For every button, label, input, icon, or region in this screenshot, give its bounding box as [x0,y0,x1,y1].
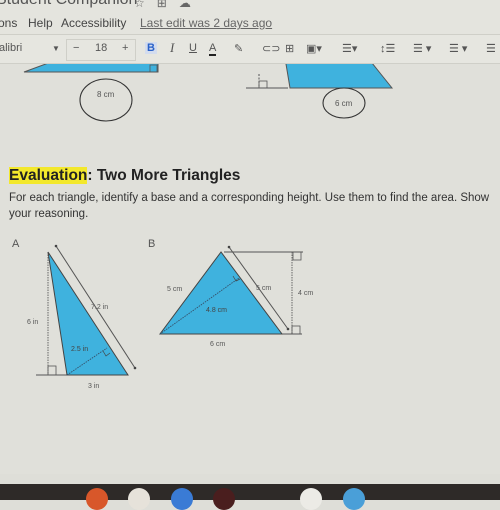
bulleted-list-icon[interactable]: ☰ ▾ [449,42,467,55]
right-angle-marker [47,365,57,376]
line-spacing-icon[interactable]: ↕☰ [380,42,395,55]
bold-button[interactable]: B [145,42,157,54]
increase-font-size-button[interactable]: + [122,42,128,54]
indent-icon[interactable]: ☰ [486,42,496,55]
menu-bar: ons Help Accessibility Last edit was 2 d… [0,12,500,35]
right-angle-marker [291,325,301,335]
decrease-font-size-button[interactable]: − [73,42,79,54]
font-family-select[interactable]: alibri [0,42,22,54]
numbered-list-icon[interactable]: ☰ ▾ [413,42,431,55]
title-bar: Student Companion ☆⊞☁ [0,0,500,12]
font-dropdown-icon[interactable]: ▼ [52,44,60,53]
document-title[interactable]: Student Companion [0,0,137,9]
taskbar [0,484,500,510]
base-label: 3 in [88,383,99,390]
align-icon[interactable]: ☰▾ [342,42,357,55]
height-label: 6 in [27,319,38,326]
right-angle-marker [292,251,302,261]
circle-annotation-left [79,78,133,122]
inner-height-label: 2.5 in [71,346,88,353]
title-icons: ☆⊞☁ [134,0,203,10]
section-heading: Evaluation: Two More Triangles [9,167,241,184]
arrow-end [227,245,231,249]
arrow-end [286,327,290,331]
outer-height-label: 4 cm [298,290,313,297]
menu-help[interactable]: Help [28,16,53,30]
link-icon[interactable]: ⊂⊃ [262,42,280,55]
app-icon-5[interactable] [300,488,322,510]
star-icon[interactable]: ☆ [134,0,157,10]
base-label: 6 cm [210,341,225,348]
italic-button[interactable]: I [170,40,174,56]
highlighter-icon[interactable]: ✎ [234,42,243,55]
app-icon-4[interactable] [213,488,235,510]
app-icon-1[interactable] [86,488,108,510]
comment-icon[interactable]: ⊞ [285,42,294,55]
left-side-label: 5 cm [167,286,182,293]
arrow-end [54,244,58,248]
left-parallelogram [23,64,159,73]
triangle-a [47,251,129,376]
arrow-end [133,366,137,370]
menu-accessibility[interactable]: Accessibility [61,16,126,30]
move-to-folder-icon[interactable]: ⊞ [157,0,179,10]
heading-highlight: Evaluation [9,167,88,184]
cloud-status-icon[interactable]: ☁ [179,0,203,10]
right-base-label: 6 cm [335,99,353,108]
triangle-b-figure: 5 cm 5 cm 4.8 cm 4 cm 6 cm [159,245,313,348]
side-label: 7.2 in [91,304,108,311]
font-size-input[interactable]: 18 [95,42,107,54]
last-edit-link[interactable]: Last edit was 2 days ago [140,16,272,30]
menu-add-ons[interactable]: ons [0,16,17,30]
image-icon[interactable]: ▣▾ [306,42,322,55]
right-side-label: 5 cm [256,285,271,292]
right-parallelogram [285,64,394,89]
triangle-b [159,251,283,335]
app-icon-6[interactable] [343,488,365,510]
inner-height-label: 4.8 cm [206,307,227,314]
text-color-button[interactable]: A [209,42,217,56]
triangle-a-figure: 7.2 in 6 in 2.5 in 3 in [27,244,137,390]
underline-button[interactable]: U [189,42,197,54]
right-angle-marker [258,80,268,89]
app-icon-3[interactable] [171,488,193,510]
top-figures: 8 cm 6 cm [23,64,394,122]
toolbar: alibri ▼ − 18 + B I U A ✎ ⊂⊃ ⊞ ▣▾ ☰▾ ↕☰ … [0,35,500,64]
instructions: For each triangle, identify a base and a… [9,192,490,220]
app-icon-2[interactable] [128,488,150,510]
left-base-label: 8 cm [97,90,115,99]
